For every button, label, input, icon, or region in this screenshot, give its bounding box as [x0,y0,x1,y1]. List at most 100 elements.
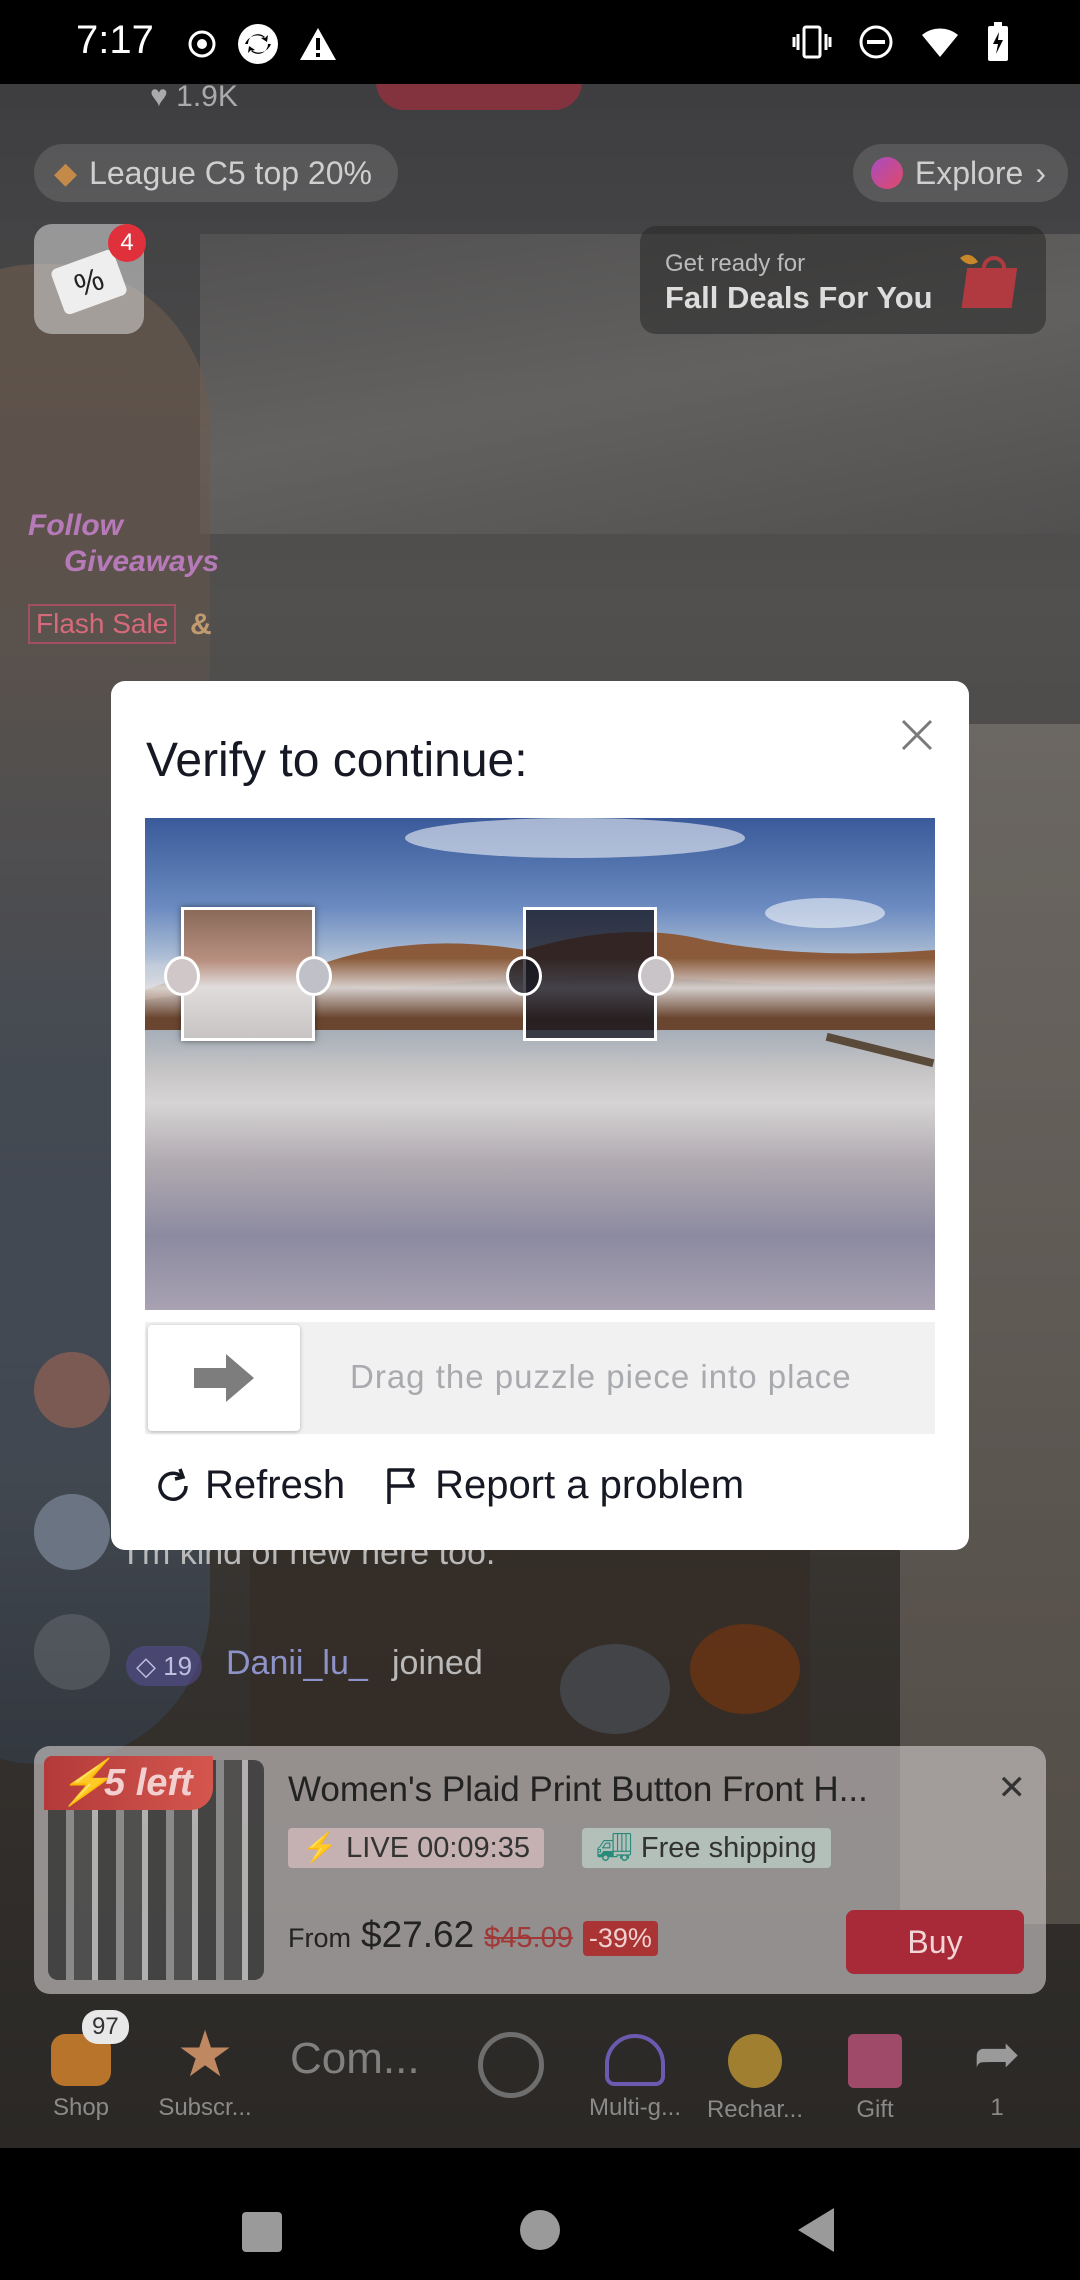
flag-icon [387,1467,415,1504]
promo-ampersand: & [190,608,212,641]
puzzle-image [145,818,935,1310]
chevron-right-icon: › [1035,154,1046,191]
puzzle-slot-notch [638,956,674,996]
puzzle-target-slot [506,907,674,1041]
live-timer-tag: ⚡ LIVE 00:09:35 [288,1828,544,1868]
battery-icon [988,22,1008,61]
flash-sale-label: Flash Sale [36,608,169,639]
bottom-toolbar: Shop 97 ★ Subscr... Com... Multi-g... Re… [0,2004,1080,2148]
record-icon [188,30,216,58]
close-icon[interactable] [893,711,941,759]
sync-icon [238,24,278,64]
subscribe-label: Subscr... [158,2094,252,2121]
puzzle-tab-left [164,956,200,996]
refresh-label: Refresh [205,1463,346,1507]
share-button[interactable]: ➦ 1 [932,2004,1062,2122]
price: $27.62 [361,1914,475,1955]
truck-icon: 🚚︎ [596,1832,633,1864]
original-price: $45.09 [484,1922,573,1954]
join-action: joined [392,1644,483,1682]
planet-icon [870,157,903,189]
host-likes: ♥ 1.9K [150,84,238,114]
discount-badge: -39% [582,1921,658,1956]
refresh-icon [158,1467,188,1501]
likes-count: 1.9K [176,84,238,113]
wave-icon [34,1614,110,1690]
avatar[interactable] [34,1494,110,1570]
diamond-icon: ◆ [54,156,78,190]
close-icon[interactable]: ✕ [998,1768,1027,1808]
coin-icon [728,2034,782,2088]
recents-button[interactable] [242,2212,282,2252]
star-icon: ★ [176,2018,234,2090]
price-row: From $27.62 $45.09 -39% [288,1914,658,1956]
promo-follow: Follow [28,509,123,542]
stock-label: 5 left [104,1762,193,1804]
product-card[interactable]: ⚡ 5 left Women's Plaid Print Button Fron… [34,1746,1046,1994]
follow-button[interactable] [376,84,582,110]
league-badge[interactable]: ◆ League C5 top 20% [34,144,398,202]
slider-hint: Drag the puzzle piece into place [350,1358,852,1395]
status-right-icons [792,22,1010,62]
dialog-title: Verify to continue: [146,734,528,787]
promo-overlay: Follow Giveaways [28,508,219,580]
comment-input[interactable]: Com... [290,2034,420,2084]
report-problem-label: Report a problem [435,1463,745,1507]
shop-label: Shop [52,2094,110,2121]
lightning-icon: ⚡ [302,1832,339,1864]
vibrate-icon [792,25,832,59]
league-label: League C5 top 20% [89,154,372,191]
shipping-tag: 🚚︎ Free shipping [582,1828,831,1868]
dnd-icon [859,25,893,59]
slider-handle[interactable] [148,1325,300,1431]
promo-giveaways: Giveaways [64,545,220,578]
buy-button[interactable]: Buy [846,1910,1024,1974]
share-count: 1 [990,2094,1004,2121]
live-timer: LIVE 00:09:35 [346,1832,530,1864]
arrow-right-icon [194,1354,254,1402]
emoji-icon[interactable] [478,2032,544,2098]
navigation-bar [0,2148,1080,2280]
deals-title: Fall Deals For You [665,280,933,315]
warning-icon [300,28,336,60]
back-button[interactable] [796,2206,836,2254]
flash-sale-tag: Flash Sale [28,604,177,644]
subscribe-button[interactable]: ★ Subscr... [140,2004,270,2122]
lightning-icon: ⚡ [58,1758,113,1807]
stock-badge: ⚡ 5 left [44,1756,213,1810]
explore-label: Explore [914,154,1024,191]
shop-count-badge: 97 [82,2010,129,2044]
user-level: 19 [163,1651,193,1681]
puzzle-notch-right [296,956,332,996]
deals-subtitle: Get ready for [665,250,806,277]
people-icon [605,2034,665,2086]
product-title[interactable]: Women's Plaid Print Button Front H... [288,1770,868,1810]
recharge-label: Rechar... [706,2096,804,2123]
fall-deals-banner[interactable]: Get ready for Fall Deals For You [640,226,1046,334]
multi-guest-label: Multi-g... [588,2094,681,2121]
refresh-button[interactable]: Refresh [153,1463,345,1508]
explore-button[interactable]: Explore › [852,144,1068,202]
gift-label: Gift [856,2096,894,2123]
share-icon: ➦ [973,2022,1021,2085]
status-bar: 7:17 [0,0,1080,84]
shopping-bag-icon [960,254,1018,308]
verify-dialog: Verify to continue: Drag the puzzle piec… [111,681,969,1550]
puzzle-piece[interactable] [164,907,332,1041]
slider-track[interactable]: Drag the puzzle piece into place [145,1322,935,1434]
multi-guest-button[interactable]: Multi-g... [570,2004,700,2122]
puzzle-slot-tab [506,956,542,996]
recharge-button[interactable]: Rechar... [690,2004,820,2124]
join-username[interactable]: Danii_lu_ [226,1644,368,1683]
shipping-label: Free shipping [640,1832,817,1864]
coupon-count-badge: 4 [108,224,146,262]
wifi-icon [922,28,958,57]
user-level-badge: ◇ 19 [126,1646,203,1686]
cloud [405,818,745,858]
home-button[interactable] [520,2210,560,2250]
avatar[interactable] [34,1352,110,1428]
gift-button[interactable]: Gift [810,2004,940,2124]
gift-icon [848,2034,902,2088]
report-problem-button[interactable]: Report a problem [383,1463,744,1508]
pier [825,1032,935,1068]
